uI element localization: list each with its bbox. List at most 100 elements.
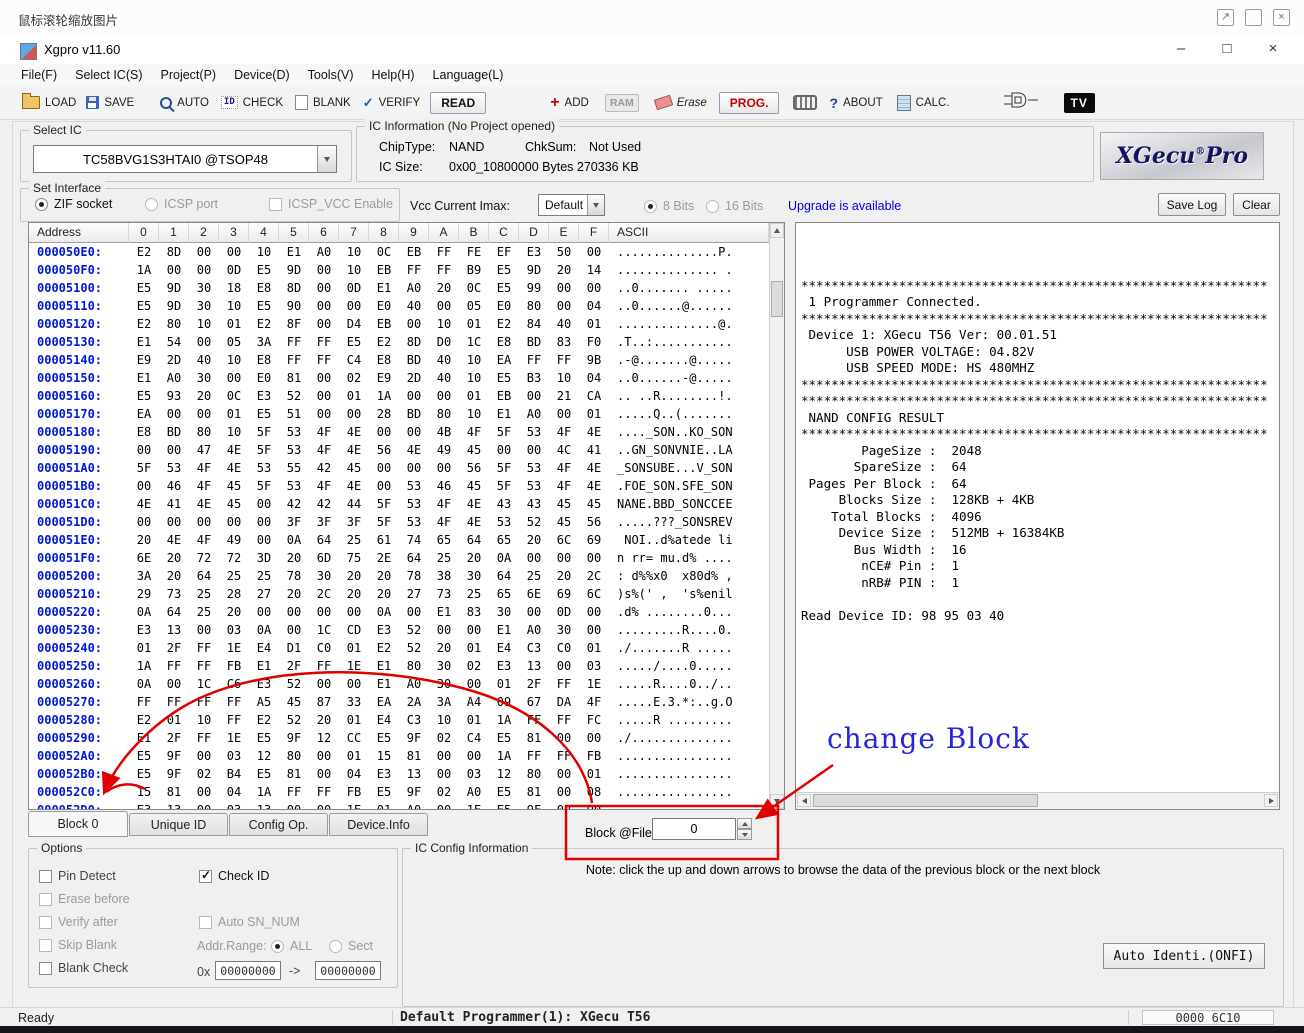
add-button[interactable]: +ADD [550, 96, 589, 109]
hex-byte-cell[interactable]: FB [579, 747, 609, 765]
hex-byte-cell[interactable]: A0 [399, 801, 429, 809]
hex-byte-cell[interactable]: FC [579, 711, 609, 729]
hex-byte-cell[interactable]: 67 [519, 693, 549, 711]
hex-byte-cell[interactable]: 00 [309, 279, 339, 297]
hex-byte-cell[interactable]: A0 [309, 243, 339, 261]
hex-byte-cell[interactable]: FF [189, 657, 219, 675]
hex-byte-cell[interactable]: E1 [429, 603, 459, 621]
verify-after-checkbox[interactable]: Verify after [39, 915, 118, 929]
hex-byte-cell[interactable]: 4F [429, 513, 459, 531]
hex-byte-cell[interactable]: EF [489, 243, 519, 261]
hex-byte-cell[interactable]: B9 [459, 261, 489, 279]
hex-byte-cell[interactable]: 0A [489, 549, 519, 567]
hex-byte-cell[interactable]: EA [369, 693, 399, 711]
hex-byte-cell[interactable]: 00 [309, 369, 339, 387]
hex-byte-cell[interactable]: 30 [489, 603, 519, 621]
menu-item[interactable]: Help(H) [362, 65, 423, 85]
hex-byte-cell[interactable]: 56 [459, 459, 489, 477]
hex-byte-cell[interactable]: 8D [399, 333, 429, 351]
hex-byte-cell[interactable]: 30 [549, 621, 579, 639]
hex-byte-cell[interactable]: 75 [339, 549, 369, 567]
hex-byte-cell[interactable]: E1 [369, 675, 399, 693]
erase-before-checkbox[interactable]: Erase before [39, 892, 130, 906]
hex-byte-cell[interactable]: 03 [219, 801, 249, 809]
hex-byte-cell[interactable]: 4E [339, 423, 369, 441]
log-horizontal-scrollbar[interactable] [796, 792, 1279, 809]
hex-byte-cell[interactable]: 00 [129, 441, 159, 459]
hex-byte-cell[interactable]: 1E [459, 801, 489, 809]
hex-byte-cell[interactable]: 01 [459, 639, 489, 657]
hex-byte-cell[interactable]: FB [339, 783, 369, 801]
hex-byte-cell[interactable]: 0C [369, 243, 399, 261]
hex-byte-cell[interactable]: 0A [129, 675, 159, 693]
hex-byte-cell[interactable]: C4 [339, 351, 369, 369]
hex-byte-cell[interactable]: 20 [279, 549, 309, 567]
hex-byte-cell[interactable]: EB [369, 261, 399, 279]
hex-byte-cell[interactable]: 4E [579, 459, 609, 477]
block-at-file-input[interactable]: 0 [652, 818, 736, 840]
hex-byte-cell[interactable]: 1E [219, 729, 249, 747]
hex-byte-cell[interactable]: 45 [339, 459, 369, 477]
hex-byte-cell[interactable]: 53 [519, 423, 549, 441]
hex-byte-cell[interactable]: 20 [549, 261, 579, 279]
pin-detect-checkbox[interactable]: Pin Detect [39, 869, 116, 883]
hex-byte-cell[interactable]: FE [459, 243, 489, 261]
hex-byte-cell[interactable]: 00 [399, 423, 429, 441]
hex-byte-cell[interactable]: 10 [459, 351, 489, 369]
hex-byte-cell[interactable]: 5F [369, 495, 399, 513]
hex-byte-cell[interactable]: 65 [489, 585, 519, 603]
hex-byte-cell[interactable]: 2F [159, 729, 189, 747]
ic-combobox[interactable]: TC58BVG1S3HTAI0 @TSOP48 [33, 145, 337, 173]
hex-byte-cell[interactable]: E1 [249, 657, 279, 675]
hex-byte-cell[interactable]: 00 [189, 405, 219, 423]
hex-byte-cell[interactable]: 0C [459, 279, 489, 297]
hex-byte-cell[interactable]: 10 [339, 243, 369, 261]
hex-byte-cell[interactable]: 00 [249, 531, 279, 549]
hex-byte-cell[interactable]: 13 [399, 765, 429, 783]
hex-byte-cell[interactable]: 00 [309, 261, 339, 279]
icsp-vcc-checkbox[interactable]: ICSP_VCC Enable [269, 197, 393, 211]
hex-byte-cell[interactable]: 00 [429, 621, 459, 639]
hex-byte-cell[interactable]: 01 [339, 639, 369, 657]
hex-byte-cell[interactable]: 9F [279, 729, 309, 747]
hex-byte-cell[interactable]: C3 [519, 639, 549, 657]
hex-byte-cell[interactable]: FF [549, 351, 579, 369]
hex-byte-cell[interactable]: 90 [279, 297, 309, 315]
hex-byte-cell[interactable]: 4F [309, 441, 339, 459]
hex-byte-cell[interactable]: E5 [489, 279, 519, 297]
hex-byte-cell[interactable]: 4F [309, 477, 339, 495]
hex-byte-cell[interactable]: 00 [549, 279, 579, 297]
hex-byte-cell[interactable]: EB [369, 315, 399, 333]
hex-byte-cell[interactable]: 20 [459, 549, 489, 567]
hex-byte-cell[interactable]: 00 [459, 621, 489, 639]
hex-byte-cell[interactable]: E3 [489, 657, 519, 675]
save-button[interactable]: SAVE [86, 96, 134, 109]
hex-byte-cell[interactable]: E4 [369, 711, 399, 729]
hex-byte-cell[interactable]: 00 [249, 513, 279, 531]
hex-byte-cell[interactable]: 25 [219, 567, 249, 585]
hex-byte-cell[interactable]: 6C [549, 531, 579, 549]
hex-byte-cell[interactable]: 4F [549, 477, 579, 495]
hex-byte-cell[interactable]: 69 [549, 585, 579, 603]
scrollbar-thumb[interactable] [813, 794, 1038, 807]
hex-byte-cell[interactable]: 45 [549, 495, 579, 513]
hex-byte-cell[interactable]: 10 [249, 243, 279, 261]
hex-byte-cell[interactable]: 4E [579, 477, 609, 495]
hex-byte-cell[interactable]: FF [189, 639, 219, 657]
hex-byte-cell[interactable]: 20 [309, 711, 339, 729]
hex-byte-cell[interactable]: 08 [579, 783, 609, 801]
hex-byte-cell[interactable]: 02 [549, 801, 579, 809]
hex-byte-cell[interactable]: 04 [219, 783, 249, 801]
hex-byte-cell[interactable]: 64 [159, 603, 189, 621]
blank-button[interactable]: BLANK [295, 95, 351, 110]
hex-byte-cell[interactable]: FF [309, 657, 339, 675]
hex-byte-cell[interactable]: BD [159, 423, 189, 441]
hex-byte-cell[interactable]: 87 [309, 693, 339, 711]
hex-byte-cell[interactable]: 00 [579, 243, 609, 261]
hex-byte-cell[interactable]: 00 [189, 783, 219, 801]
hex-byte-cell[interactable]: 65 [429, 531, 459, 549]
hex-byte-cell[interactable]: 00 [309, 765, 339, 783]
hex-byte-cell[interactable]: 00 [399, 387, 429, 405]
hex-byte-cell[interactable]: 9F [399, 729, 429, 747]
hex-byte-cell[interactable]: 52 [399, 639, 429, 657]
